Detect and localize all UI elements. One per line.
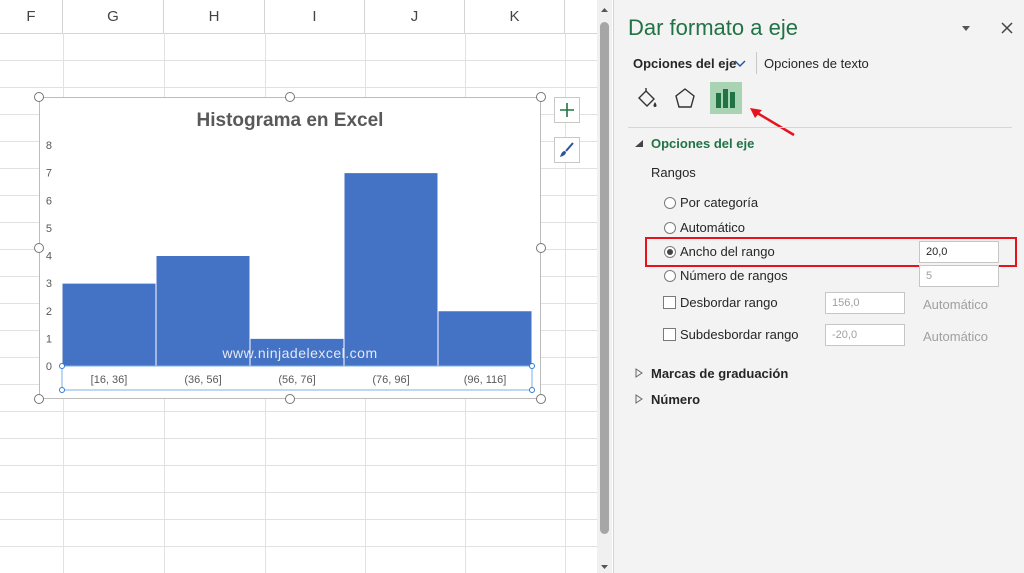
- y-tick-label: 4: [46, 251, 52, 263]
- column-header-f[interactable]: F: [0, 0, 63, 33]
- checkbox-overflow-bin[interactable]: [663, 296, 676, 309]
- radio-by-category[interactable]: [664, 197, 676, 209]
- row-gridline: [0, 411, 597, 412]
- fill-line-icon[interactable]: [634, 86, 660, 112]
- row-gridline: [0, 465, 597, 466]
- row-gridline: [0, 492, 597, 493]
- checkbox-underflow-bin[interactable]: [663, 328, 676, 341]
- label-bin-width[interactable]: Ancho del rango: [680, 244, 775, 259]
- section-number[interactable]: Número: [651, 392, 700, 407]
- bins-label: Rangos: [651, 165, 696, 180]
- radio-automatic[interactable]: [664, 222, 676, 234]
- histogram-chart[interactable]: Histograma en Excel 0 1 2 3 4 5 6 7 8 [16, 36] (3…: [39, 97, 541, 399]
- radio-selected-dot: [667, 249, 673, 255]
- scroll-up-arrow-icon[interactable]: [597, 4, 612, 16]
- column-header-h[interactable]: H: [164, 0, 265, 33]
- effects-icon[interactable]: [672, 86, 698, 112]
- pane-options-chevron-icon[interactable]: [960, 24, 972, 34]
- collapse-triangle-icon[interactable]: [634, 139, 644, 149]
- overflow-auto-button[interactable]: Automático: [923, 297, 988, 312]
- expand-triangle-icon[interactable]: [634, 394, 644, 404]
- label-automatic[interactable]: Automático: [680, 220, 745, 235]
- bar-chart-icon: [716, 89, 735, 108]
- x-tick-label: [16, 36]: [91, 374, 128, 386]
- annotation-arrow-icon: [750, 108, 795, 137]
- pane-title: Dar formato a eje: [628, 15, 798, 40]
- chart-styles-button[interactable]: [554, 137, 580, 163]
- resize-handle-bottom-right[interactable]: [536, 394, 546, 404]
- axis-selection-handle[interactable]: [529, 387, 535, 393]
- section-tick-marks[interactable]: Marcas de graduación: [651, 366, 788, 381]
- radio-number-of-bins[interactable]: [664, 270, 676, 282]
- column-header-g[interactable]: G: [63, 0, 164, 33]
- y-tick-label: 5: [46, 223, 52, 235]
- y-tick-label: 3: [46, 278, 52, 290]
- row-gridline: [0, 87, 597, 88]
- resize-handle-left[interactable]: [34, 243, 44, 253]
- brush-icon: [560, 142, 574, 157]
- x-tick-label: (96, 116]: [464, 374, 507, 386]
- axis-selection-handle[interactable]: [529, 363, 535, 369]
- label-overflow-bin[interactable]: Desbordar rango: [680, 295, 778, 310]
- chart-title[interactable]: Histograma en Excel: [197, 110, 384, 131]
- tab-dropdown-chevron-icon[interactable]: [734, 59, 746, 69]
- close-icon[interactable]: [1000, 21, 1014, 35]
- axis-selection-handle[interactable]: [59, 387, 65, 393]
- number-of-bins-input[interactable]: 5: [919, 265, 999, 287]
- bin-width-input[interactable]: 20,0: [919, 241, 999, 263]
- plus-icon: [560, 103, 574, 117]
- row-gridline: [0, 438, 597, 439]
- section-axis-options[interactable]: Opciones del eje: [651, 136, 754, 151]
- column-header-j[interactable]: J: [365, 0, 465, 33]
- resize-handle-top-left[interactable]: [34, 92, 44, 102]
- histogram-bar[interactable]: [343, 172, 439, 367]
- histogram-bar[interactable]: [61, 282, 157, 367]
- x-tick-label: (76, 96]: [372, 374, 409, 386]
- x-tick-label: (36, 56]: [184, 374, 221, 386]
- chart-elements-button[interactable]: [554, 97, 580, 123]
- expand-triangle-icon[interactable]: [634, 368, 644, 378]
- column-header-i[interactable]: I: [265, 0, 365, 33]
- underflow-bin-input[interactable]: -20,0: [825, 324, 905, 346]
- format-axis-pane: Dar formato a eje Opciones del eje Opcio…: [613, 0, 1024, 573]
- y-tick-label: 7: [46, 168, 52, 180]
- resize-handle-right[interactable]: [536, 243, 546, 253]
- x-tick-label: (56, 76]: [278, 374, 315, 386]
- resize-handle-top[interactable]: [285, 92, 295, 102]
- histogram-bar[interactable]: [437, 310, 533, 367]
- y-tick-label: 6: [46, 195, 52, 207]
- label-number-of-bins[interactable]: Número de rangos: [680, 268, 788, 283]
- underflow-auto-button[interactable]: Automático: [923, 329, 988, 344]
- axis-selection-handle[interactable]: [59, 363, 65, 369]
- y-tick-label: 2: [46, 306, 52, 318]
- overflow-bin-input[interactable]: 156,0: [825, 292, 905, 314]
- y-tick-label: 0: [46, 361, 52, 373]
- y-tick-label: 8: [46, 140, 52, 152]
- label-by-category[interactable]: Por categoría: [680, 195, 758, 210]
- scrollbar-thumb[interactable]: [600, 22, 609, 534]
- radio-bin-width[interactable]: [664, 246, 676, 258]
- scroll-down-arrow-icon[interactable]: [597, 561, 612, 573]
- resize-handle-bottom-left[interactable]: [34, 394, 44, 404]
- vertical-scrollbar[interactable]: [597, 0, 612, 573]
- resize-handle-top-right[interactable]: [536, 92, 546, 102]
- column-header-row: F G H I J K: [0, 0, 597, 34]
- worksheet[interactable]: F G H I J K Histograma en Excel 0 1 2 3 4 5 6 7…: [0, 0, 597, 573]
- section-divider: [628, 127, 1012, 128]
- watermark-text: www.ninjadelexcel.com: [221, 345, 377, 361]
- chart-plot: Histograma en Excel 0 1 2 3 4 5 6 7 8 [16, 36] (3…: [46, 110, 535, 393]
- row-gridline: [0, 60, 597, 61]
- row-gridline: [0, 519, 597, 520]
- column-header-k[interactable]: K: [465, 0, 565, 33]
- tab-divider: [756, 52, 757, 74]
- axis-options-icon-tab[interactable]: [710, 82, 742, 114]
- row-gridline: [0, 546, 597, 547]
- y-tick-label: 1: [46, 333, 52, 345]
- label-underflow-bin[interactable]: Subdesbordar rango: [680, 327, 799, 342]
- resize-handle-bottom[interactable]: [285, 394, 295, 404]
- tab-axis-options[interactable]: Opciones del eje: [633, 56, 736, 71]
- tab-text-options[interactable]: Opciones de texto: [764, 56, 869, 71]
